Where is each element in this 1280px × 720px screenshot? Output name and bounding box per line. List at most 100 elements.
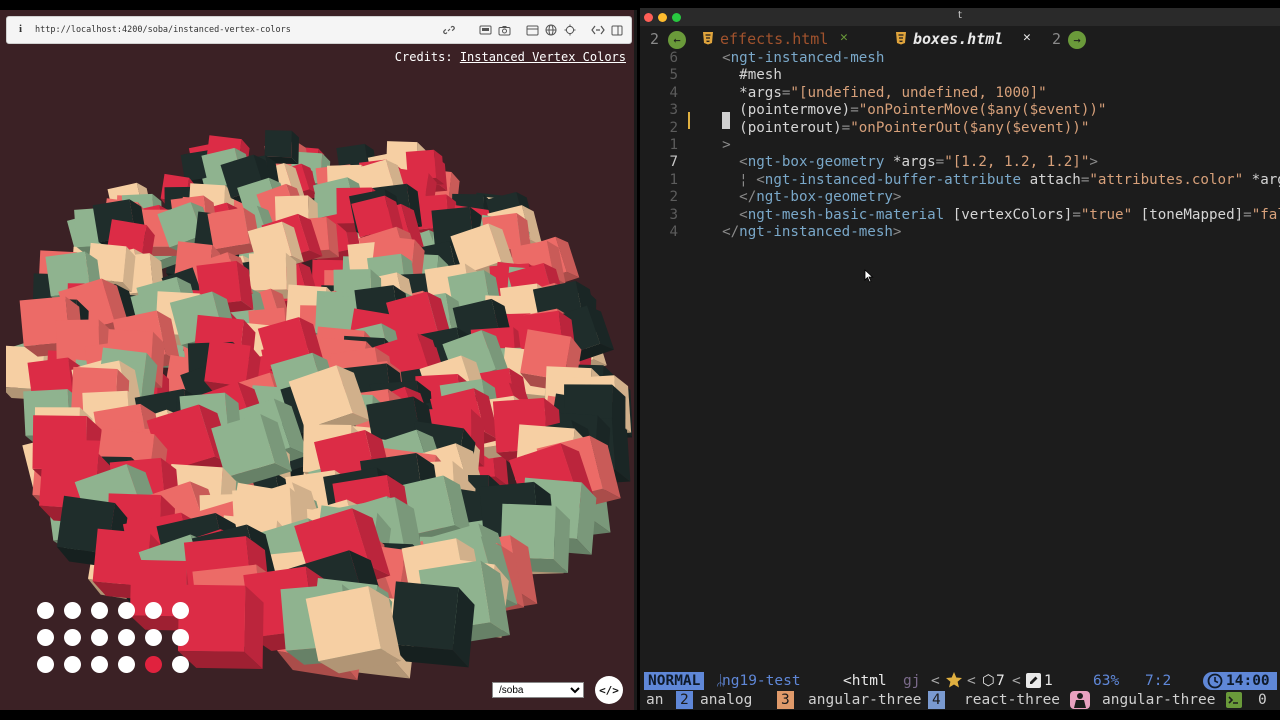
code-token: < xyxy=(705,50,731,66)
tmux-window-index[interactable]: 4 xyxy=(928,691,945,709)
tmux-window[interactable]: analog xyxy=(700,691,752,709)
nav-dot[interactable] xyxy=(91,602,108,619)
line-text: *args="[undefined, undefined, 1000]" xyxy=(705,85,1047,103)
line-number: 7 xyxy=(669,154,678,171)
sidebar-icon[interactable] xyxy=(609,21,625,39)
code-token: [toneMapped] xyxy=(1132,206,1244,223)
arrow-right-icon[interactable]: → xyxy=(1068,30,1086,49)
code-token: *args xyxy=(884,154,936,171)
nav-dot[interactable] xyxy=(172,629,189,646)
code-token: < xyxy=(705,154,748,171)
tab-boxes-html[interactable]: boxes.html xyxy=(913,30,1003,48)
code-line[interactable]: 3 <ngt-mesh-basic-material [vertexColors… xyxy=(640,207,1280,225)
tmux-window-index[interactable]: 3 xyxy=(777,691,794,709)
code-line[interactable]: 7 <ngt-box-geometry *args="[1.2, 1.2, 1.… xyxy=(640,154,1280,172)
nav-dot[interactable] xyxy=(145,629,162,646)
code-token: > xyxy=(705,137,731,153)
nav-dot[interactable] xyxy=(118,656,135,673)
html-file-icon xyxy=(702,31,714,49)
nav-dot[interactable] xyxy=(64,629,81,646)
title-bar: t xyxy=(640,8,1280,26)
camera-icon[interactable] xyxy=(496,21,512,39)
line-number: 3 xyxy=(669,102,678,119)
line-number: 1 xyxy=(669,171,678,188)
statusline: NORMAL ᛦ ng19-test <html gj < < ⬡ 7 < 1 … xyxy=(640,672,1280,690)
line-number: 2 xyxy=(669,189,678,206)
nav-dot[interactable] xyxy=(172,602,189,619)
code-token: "[1.2, 1.2, 1.2]" xyxy=(944,154,1090,171)
line-number: 3 xyxy=(669,206,678,223)
user-icon xyxy=(1070,691,1090,709)
crosshair-icon[interactable] xyxy=(562,21,578,39)
nav-dot[interactable] xyxy=(145,656,162,673)
tmux-window[interactable]: angular-three xyxy=(808,691,922,709)
text-cursor xyxy=(722,112,730,129)
address-bar[interactable]: i http://localhost:4200/soba/instanced-v… xyxy=(6,16,632,44)
code-line[interactable]: 2 (pointerout)="onPointerOut($any($event… xyxy=(640,120,1280,138)
code-line[interactable]: 4 </ngt-instanced-mesh> xyxy=(640,224,1280,242)
panel-icon[interactable] xyxy=(524,21,540,39)
tmux-pane-count: 0 xyxy=(1258,692,1267,708)
tmux-session[interactable]: an xyxy=(646,691,663,709)
vim-mode: NORMAL xyxy=(644,672,705,690)
filetype: <html xyxy=(843,673,887,689)
line-text: <ngt-box-geometry *args="[1.2, 1.2, 1.2]… xyxy=(705,154,1098,172)
route-select[interactable]: /soba xyxy=(492,682,584,698)
line-number: 5 xyxy=(669,67,678,84)
window-title: t xyxy=(958,10,962,21)
code-line[interactable]: 1 ¦ <ngt-instanced-buffer-attribute atta… xyxy=(640,172,1280,190)
nav-dot[interactable] xyxy=(145,602,162,619)
screen-capture-icon[interactable] xyxy=(477,21,493,39)
tmux-window-index[interactable]: 2 xyxy=(676,691,693,709)
code-token: ngt-box-geometry xyxy=(756,189,893,206)
line-text: </ngt-instanced-mesh> xyxy=(705,224,901,242)
nav-dot[interactable] xyxy=(37,602,54,619)
nav-dot[interactable] xyxy=(91,656,108,673)
cube-instance xyxy=(389,581,475,668)
site-info-icon[interactable]: i xyxy=(19,23,22,35)
code-token: "onPointerOut($any($event))" xyxy=(850,119,1090,136)
nav-dot[interactable] xyxy=(64,656,81,673)
code-compare-icon[interactable] xyxy=(590,21,606,39)
link-icon[interactable] xyxy=(441,21,457,39)
globe-icon[interactable] xyxy=(543,21,559,39)
edit-icon xyxy=(1026,673,1041,693)
code-token: = xyxy=(935,154,945,171)
tab-effects-html[interactable]: effects.html xyxy=(720,30,828,48)
nav-dot[interactable] xyxy=(64,602,81,619)
code-token: "true" xyxy=(1080,206,1133,223)
nav-dot[interactable] xyxy=(172,656,189,673)
buffer-tabline: 2 ← effects.html ✕ boxes.html ✕ 2 → xyxy=(640,30,1280,50)
nav-dot[interactable] xyxy=(118,629,135,646)
tab-close-icon[interactable]: ✕ xyxy=(1023,30,1031,45)
nav-dot[interactable] xyxy=(118,602,135,619)
line-text: (pointerout)="onPointerOut($any($event))… xyxy=(705,120,1089,138)
view-source-button[interactable]: </> xyxy=(595,676,623,704)
code-token: = xyxy=(1243,206,1252,223)
code-line[interactable]: 4 *args="[undefined, undefined, 1000]" xyxy=(640,85,1280,103)
nav-dot[interactable] xyxy=(37,629,54,646)
code-line[interactable]: 6 <ngt-instanced-mesh xyxy=(640,50,1280,68)
line-text: ¦ <ngt-instanced-buffer-attribute attach… xyxy=(705,172,1280,190)
code-line[interactable]: 1 > xyxy=(640,137,1280,155)
browser-window: i http://localhost:4200/soba/instanced-v… xyxy=(0,10,637,710)
nav-dot[interactable] xyxy=(91,629,108,646)
nav-dot[interactable] xyxy=(37,656,54,673)
mouse-pointer-icon xyxy=(864,268,874,287)
code-token: ¦ < xyxy=(705,171,765,188)
code-line[interactable]: 5 #mesh xyxy=(640,67,1280,85)
arrow-left-icon[interactable]: ← xyxy=(668,30,686,49)
credits-label: Credits: xyxy=(394,50,453,64)
3d-canvas[interactable]: Credits: Instanced Vertex Colors /soba <… xyxy=(6,44,632,708)
code-token: </ xyxy=(705,224,740,240)
code-line[interactable]: 3 (pointermove)="onPointerMove($any($eve… xyxy=(640,102,1280,120)
url-text[interactable]: http://localhost:4200/soba/instanced-ver… xyxy=(35,25,291,35)
credits: Credits: Instanced Vertex Colors xyxy=(395,50,626,64)
code-line[interactable]: 2 </ngt-box-geometry> xyxy=(640,189,1280,207)
credits-link[interactable]: Instanced Vertex Colors xyxy=(460,50,626,64)
git-branch: ng19-test xyxy=(722,673,801,689)
code-token: = xyxy=(841,119,851,136)
tmux-window[interactable]: react-three xyxy=(964,691,1060,709)
tab-close-icon[interactable]: ✕ xyxy=(840,30,848,45)
tmux-window[interactable]: angular-three xyxy=(1102,691,1216,709)
